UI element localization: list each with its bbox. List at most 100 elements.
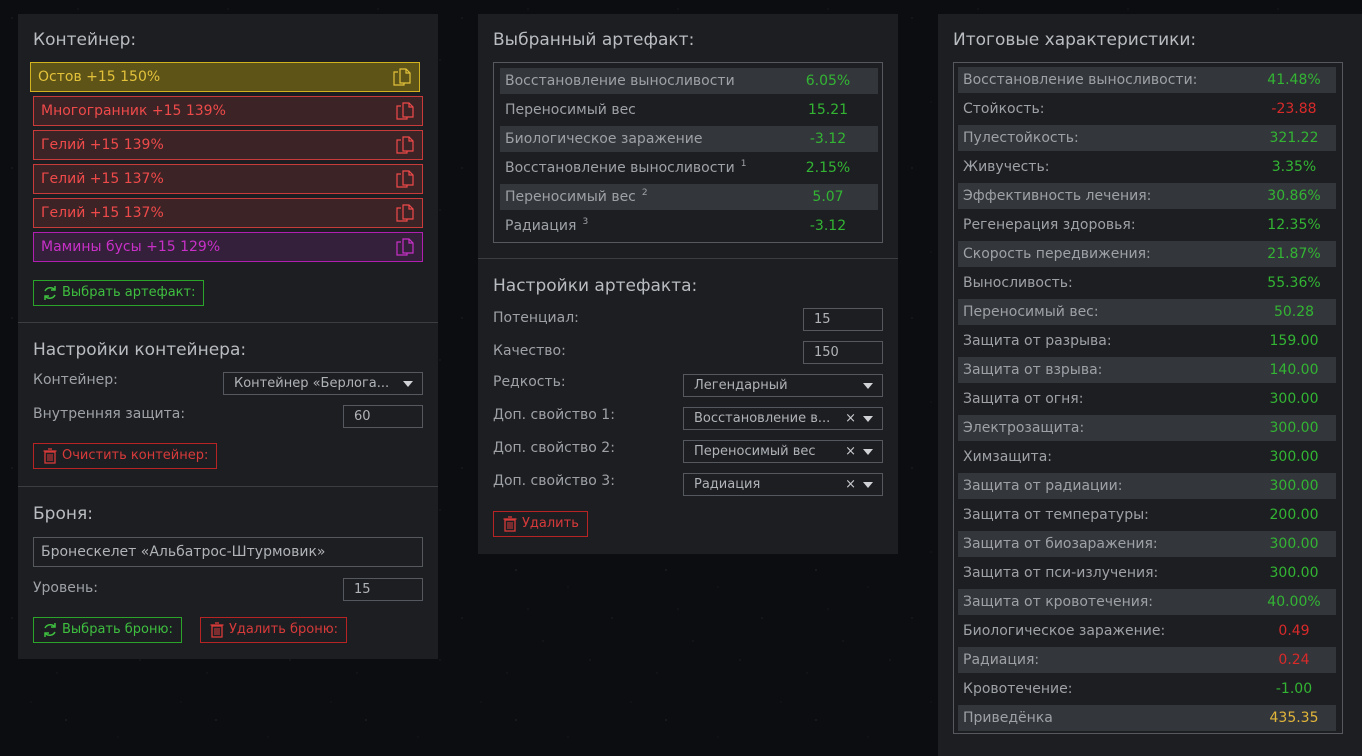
total-stat-row: Защита от кровотечения: 40.00%: [958, 589, 1336, 615]
artifact-slot-label: Остов +15 150%: [38, 69, 161, 85]
total-stat-row: Защита от огня: 300.00: [958, 386, 1336, 412]
armor-level-input[interactable]: 15: [343, 578, 423, 601]
copy-icon[interactable]: [396, 102, 414, 120]
total-stat-name: Восстановление выносливости:: [963, 72, 1198, 88]
artifact-stat-row: Переносимый вес 2 5.07: [500, 184, 878, 210]
total-stat-name: Защита от радиации:: [963, 478, 1123, 494]
total-stat-value: 321.22: [1269, 130, 1319, 146]
close-icon[interactable]: ×: [845, 441, 856, 462]
close-icon[interactable]: ×: [845, 408, 856, 429]
stat-name-text: Восстановление выносливости: [505, 160, 735, 176]
quality-input[interactable]: 150: [803, 341, 883, 364]
total-stat-name: Стойкость:: [963, 101, 1045, 117]
artifact-slot[interactable]: Мамины бусы +15 129%: [33, 232, 423, 262]
stat-footnote: 2: [641, 188, 648, 199]
copy-icon[interactable]: [396, 238, 414, 256]
artifact-slot-label: Мамины бусы +15 129%: [41, 239, 221, 255]
stat-footnote: 1: [740, 159, 747, 170]
rarity-select[interactable]: Легендарный: [683, 374, 883, 397]
chevron-down-icon: [863, 449, 873, 455]
total-stat-value: -1.00: [1275, 681, 1313, 697]
rarity-value: Легендарный: [694, 378, 788, 393]
divider: [18, 486, 438, 487]
prop3-value: Радиация: [694, 477, 761, 492]
refresh-icon: [44, 623, 56, 637]
container-type-select[interactable]: Контейнер «Берлога...: [223, 372, 423, 395]
total-stat-name: Защита от кровотечения:: [963, 594, 1153, 610]
total-stat-name: Переносимый вес:: [963, 304, 1099, 320]
total-stat-name: Защита от биозаражения:: [963, 536, 1158, 552]
artifact-stat-value: 6.05%: [805, 73, 851, 89]
artifact-slot[interactable]: Гелий +15 139%: [33, 130, 423, 160]
stat-name-text: Биологическое заражение: [505, 131, 703, 147]
total-stat-row: Защита от взрыва: 140.00: [958, 357, 1336, 383]
total-stat-name: Скорость передвижения:: [963, 246, 1151, 262]
select-armor-button[interactable]: Выбрать броню:: [33, 617, 182, 643]
rarity-label: Редкость:: [493, 374, 566, 390]
total-stat-value: 21.87%: [1267, 246, 1321, 262]
total-stat-value: 300.00: [1269, 478, 1319, 494]
artifact-slot[interactable]: Гелий +15 137%: [33, 164, 423, 194]
prop1-label: Доп. свойство 1:: [493, 407, 615, 423]
delete-armor-button[interactable]: Удалить броню:: [200, 617, 348, 643]
copy-icon[interactable]: [396, 204, 414, 222]
artifact-title: Выбранный артефакт:: [493, 30, 695, 50]
total-stat-row: Радиация: 0.24: [958, 647, 1336, 673]
total-stat-name: Радиация:: [963, 652, 1040, 668]
select-artifact-button[interactable]: Выбрать артефакт:: [33, 280, 205, 306]
total-stat-value: 435.35: [1269, 710, 1319, 726]
prop1-select[interactable]: Восстановление в... ×: [683, 407, 883, 430]
total-stat-row: Защита от температуры: 200.00: [958, 502, 1336, 528]
artifact-stat-value: 2.15%: [805, 160, 851, 176]
artifact-slot[interactable]: Гелий +15 137%: [33, 198, 423, 228]
total-stat-value: 300.00: [1269, 536, 1319, 552]
total-stat-row: Приведёнка 435.35: [958, 705, 1336, 731]
divider: [478, 258, 898, 259]
close-icon[interactable]: ×: [845, 474, 856, 495]
total-stat-value: 12.35%: [1267, 217, 1321, 233]
total-stat-row: Стойкость: -23.88: [958, 96, 1336, 122]
potential-input[interactable]: 15: [803, 308, 883, 331]
artifact-stat-row: Восстановление выносливости 6.05%: [500, 68, 878, 94]
total-stat-name: Эффективность лечения:: [963, 188, 1152, 204]
total-stat-value: 41.48%: [1267, 72, 1321, 88]
copy-icon[interactable]: [393, 68, 411, 86]
artifact-slot[interactable]: Остов +15 150%: [30, 62, 420, 92]
delete-artifact-button[interactable]: Удалить: [493, 511, 588, 537]
copy-icon[interactable]: [396, 170, 414, 188]
total-stat-value: -23.88: [1271, 101, 1317, 117]
total-stat-value: 55.36%: [1267, 275, 1321, 291]
armor-title: Броня:: [33, 504, 93, 524]
inner-protection-input[interactable]: 60: [343, 405, 423, 428]
total-stat-name: Кровотечение:: [963, 681, 1073, 697]
total-stat-value: 300.00: [1269, 449, 1319, 465]
total-stat-value: 3.35%: [1271, 159, 1317, 175]
total-stat-value: 300.00: [1269, 391, 1319, 407]
chevron-down-icon: [403, 381, 413, 387]
delete-artifact-label: Удалить: [522, 516, 579, 531]
clear-container-button[interactable]: Очистить контейнер:: [33, 443, 218, 469]
refresh-icon: [44, 286, 56, 300]
total-stat-row: Биологическое заражение: 0.49: [958, 618, 1336, 644]
prop3-select[interactable]: Радиация ×: [683, 473, 883, 496]
container-settings-title: Настройки контейнера:: [33, 340, 247, 360]
artifact-slot-label: Гелий +15 139%: [41, 137, 164, 153]
container-type-value: Контейнер «Берлога...: [234, 376, 390, 391]
trash-icon: [210, 622, 224, 638]
copy-icon[interactable]: [396, 136, 414, 154]
select-artifact-label: Выбрать артефакт:: [62, 285, 196, 300]
total-stat-value: 50.28: [1273, 304, 1315, 320]
prop2-select[interactable]: Переносимый вес ×: [683, 440, 883, 463]
armor-name-input[interactable]: Бронескелет «Альбатрос-Штурмовик»: [33, 537, 423, 567]
chevron-down-icon: [863, 482, 873, 488]
total-stat-row: Химзащита: 300.00: [958, 444, 1336, 470]
total-stat-row: Защита от биозаражения: 300.00: [958, 531, 1336, 557]
total-stat-name: Защита от взрыва:: [963, 362, 1103, 378]
stat-footnote: 3: [582, 217, 589, 228]
total-stat-row: Пулестойкость: 321.22: [958, 125, 1336, 151]
artifact-slot[interactable]: Многогранник +15 139%: [33, 96, 423, 126]
artifact-slot-label: Гелий +15 137%: [41, 171, 164, 187]
artifact-stat-row: Переносимый вес 15.21: [500, 97, 878, 123]
totals-panel: Итоговые характеристики: Восстановление …: [938, 14, 1362, 756]
total-stat-value: 300.00: [1269, 420, 1319, 436]
